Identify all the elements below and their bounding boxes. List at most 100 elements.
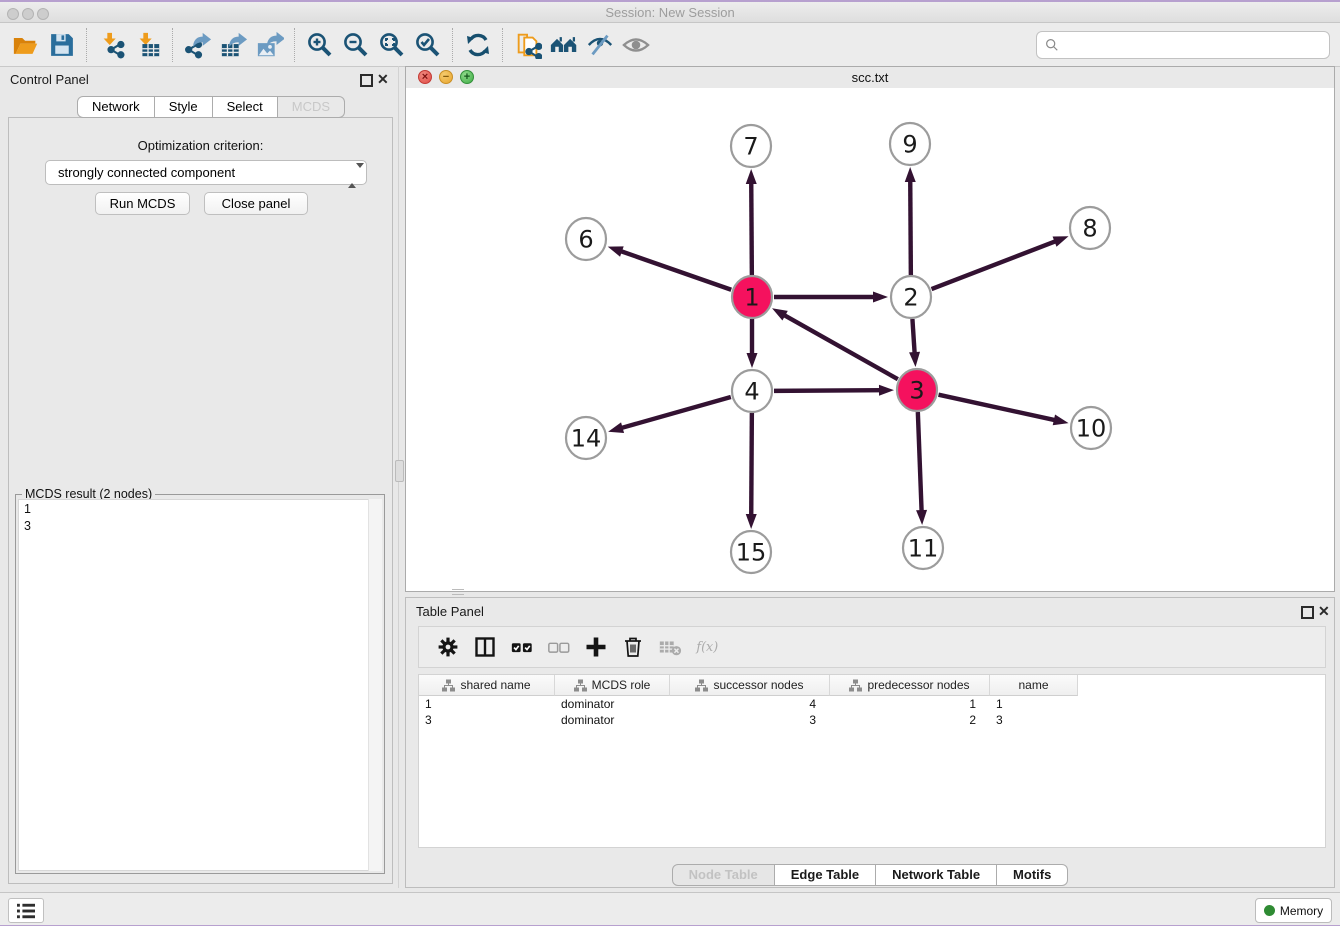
network-graph: 1234678910111415 xyxy=(406,88,1334,591)
zoom-fit-icon xyxy=(378,31,406,59)
table-cell[interactable]: dominator xyxy=(555,696,670,712)
graph-edge-3-11[interactable] xyxy=(918,412,922,512)
zoom-selected-button[interactable] xyxy=(410,27,446,63)
table-cell[interactable]: 1 xyxy=(990,696,1078,712)
column-header-label: MCDS role xyxy=(592,678,651,692)
graph-edge-4-15[interactable] xyxy=(751,413,752,516)
show-all-button[interactable] xyxy=(618,27,654,63)
column-header-successor-nodes[interactable]: successor nodes xyxy=(670,675,830,696)
graph-edge-2-8[interactable] xyxy=(932,241,1057,289)
tab-network-table[interactable]: Network Table xyxy=(876,864,997,886)
show-all-icon xyxy=(622,31,650,59)
memory-button[interactable]: Memory xyxy=(1255,898,1332,923)
close-panel-button[interactable]: Close panel xyxy=(204,192,308,215)
graph-edge-3-10[interactable] xyxy=(938,395,1055,421)
search-input[interactable] xyxy=(1063,37,1329,54)
table-panel: Table Panel ✕ f(x) shared name MCDS role… xyxy=(405,597,1335,888)
graph-node-label: 7 xyxy=(743,133,758,161)
zoom-in-button[interactable] xyxy=(302,27,338,63)
hide-selected-button[interactable] xyxy=(582,27,618,63)
export-network-button[interactable] xyxy=(180,27,216,63)
table-cell[interactable]: 2 xyxy=(830,712,990,728)
graph-node-label: 1 xyxy=(744,284,759,312)
open-file-button[interactable] xyxy=(8,27,44,63)
add-column-button[interactable] xyxy=(577,630,614,664)
list-icon xyxy=(15,902,37,920)
splitter-handle[interactable] xyxy=(395,460,404,482)
network-frame-resize-handle[interactable] xyxy=(452,589,464,595)
control-panel-tabs: NetworkStyleSelectMCDS xyxy=(77,96,345,118)
search-box[interactable] xyxy=(1036,31,1330,59)
table-settings-button[interactable] xyxy=(429,630,466,664)
table-panel-float-icon[interactable] xyxy=(1301,606,1314,619)
graph-edge-2-9[interactable] xyxy=(910,180,911,275)
export-image-button[interactable] xyxy=(252,27,288,63)
table-cell[interactable]: 3 xyxy=(670,712,830,728)
graph-edge-1-7[interactable] xyxy=(751,182,752,275)
graph-node-label: 2 xyxy=(903,284,918,312)
column-type-icon xyxy=(849,679,862,692)
tab-select[interactable]: Select xyxy=(213,96,278,118)
toggle-columns-button[interactable] xyxy=(466,630,503,664)
mcds-panel: Optimization criterion: strongly connect… xyxy=(8,117,393,884)
table-cell[interactable]: 1 xyxy=(419,696,555,712)
tab-network[interactable]: Network xyxy=(77,96,155,118)
graph-edge-4-3[interactable] xyxy=(774,390,881,391)
zoom-out-button[interactable] xyxy=(338,27,374,63)
run-mcds-button[interactable]: Run MCDS xyxy=(95,192,190,215)
first-neighbors-icon xyxy=(550,31,578,59)
network-canvas[interactable]: 1234678910111415 xyxy=(406,88,1334,591)
function-builder-icon: f(x) xyxy=(695,635,719,659)
mcds-result-textarea[interactable]: 13 xyxy=(18,499,382,871)
graph-edge-2-3[interactable] xyxy=(912,319,914,354)
refresh-layout-button[interactable] xyxy=(460,27,496,63)
zoom-fit-button[interactable] xyxy=(374,27,410,63)
table-header-row: shared name MCDS role successor nodes pr… xyxy=(419,675,1325,696)
column-header-name[interactable]: name xyxy=(990,675,1078,696)
clone-network-icon xyxy=(514,31,542,59)
tab-motifs[interactable]: Motifs xyxy=(997,864,1068,886)
optimization-criterion-select[interactable]: strongly connected component xyxy=(45,160,367,185)
table-panel-close-icon[interactable]: ✕ xyxy=(1318,603,1330,619)
column-header-shared-name[interactable]: shared name xyxy=(419,675,555,696)
table-row[interactable]: 1dominator411 xyxy=(419,696,1325,712)
mcds-result-scrollbar[interactable] xyxy=(368,499,382,871)
export-table-icon xyxy=(220,31,248,59)
toolbar-separator xyxy=(452,28,454,62)
graph-edge-4-14[interactable] xyxy=(621,397,731,428)
control-panel-close-icon[interactable]: ✕ xyxy=(377,71,389,87)
graph-node-label: 4 xyxy=(744,378,759,406)
table-row[interactable]: 3dominator323 xyxy=(419,712,1325,728)
import-table-button[interactable] xyxy=(130,27,166,63)
table-body: 1dominator4113dominator323 xyxy=(419,696,1325,728)
table-cell[interactable]: 3 xyxy=(419,712,555,728)
table-cell[interactable]: 1 xyxy=(830,696,990,712)
graph-edge-3-1[interactable] xyxy=(783,315,897,380)
deselect-all-rows-button[interactable] xyxy=(540,630,577,664)
tab-node-table[interactable]: Node Table xyxy=(672,864,775,886)
import-network-button[interactable] xyxy=(94,27,130,63)
table-cell[interactable]: 4 xyxy=(670,696,830,712)
edge-arrowhead xyxy=(916,510,927,525)
column-header-predecessor-nodes[interactable]: predecessor nodes xyxy=(830,675,990,696)
task-history-button[interactable] xyxy=(8,898,44,923)
svg-text:f(x): f(x) xyxy=(695,639,718,654)
first-neighbors-button[interactable] xyxy=(546,27,582,63)
import-network-icon xyxy=(98,31,126,59)
tab-mcds[interactable]: MCDS xyxy=(278,96,345,118)
select-all-rows-button[interactable] xyxy=(503,630,540,664)
mcds-result-line: 3 xyxy=(24,518,381,535)
table-cell[interactable]: dominator xyxy=(555,712,670,728)
tab-style[interactable]: Style xyxy=(155,96,213,118)
graph-node-label: 11 xyxy=(908,535,939,563)
export-table-button[interactable] xyxy=(216,27,252,63)
save-session-button[interactable] xyxy=(44,27,80,63)
delete-column-button[interactable] xyxy=(614,630,651,664)
add-column-icon xyxy=(584,635,608,659)
table-cell[interactable]: 3 xyxy=(990,712,1078,728)
control-panel-float-icon[interactable] xyxy=(360,74,373,87)
tab-edge-table[interactable]: Edge Table xyxy=(775,864,876,886)
clone-network-button[interactable] xyxy=(510,27,546,63)
column-header-MCDS-role[interactable]: MCDS role xyxy=(555,675,670,696)
graph-edge-1-6[interactable] xyxy=(620,251,731,290)
